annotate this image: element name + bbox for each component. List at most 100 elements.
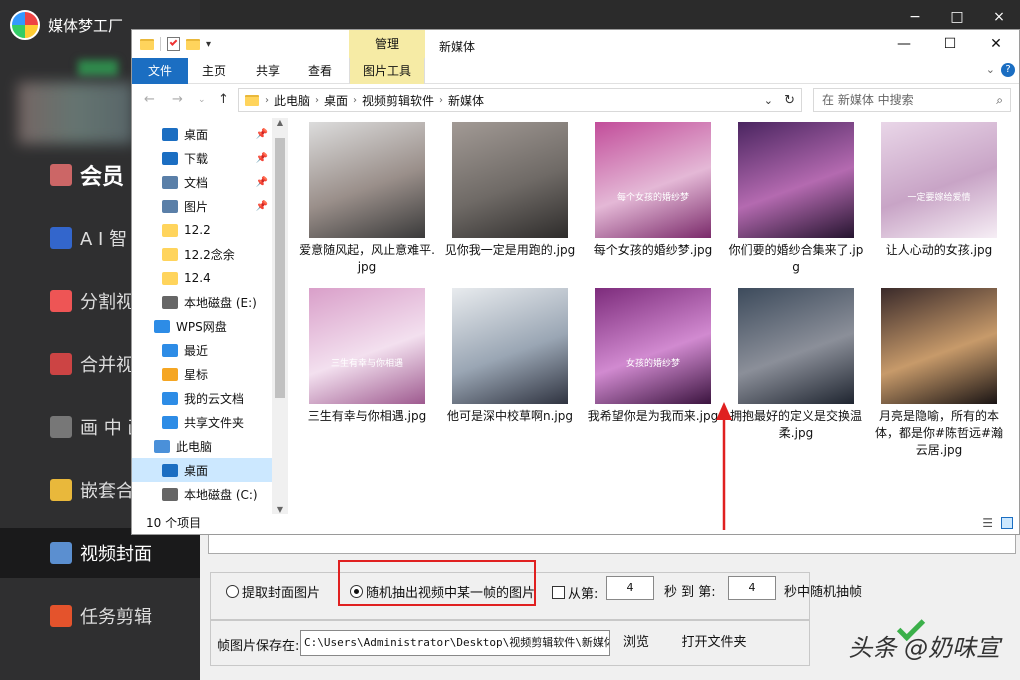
- sidebar-item[interactable]: 任务剪辑: [0, 591, 200, 641]
- scrollbar-thumb[interactable]: [275, 138, 285, 398]
- file-item[interactable]: 女孩的婚纱梦 我希望你是为我而来.jpg: [584, 288, 722, 425]
- pin-icon[interactable]: 📌: [256, 129, 268, 140]
- file-item[interactable]: 拥抱最好的定义是交换温柔.jpg: [727, 288, 865, 442]
- close-button[interactable]: ✕: [973, 30, 1019, 58]
- back-arrow-icon[interactable]: ←: [144, 92, 155, 107]
- file-item[interactable]: 每个女孩的婚纱梦 每个女孩的婚纱梦.jpg: [584, 122, 722, 259]
- ai-icon: [50, 227, 72, 249]
- nav-item[interactable]: 本地磁盘 (C:): [132, 482, 272, 506]
- nav-item-label: 12.2念余: [184, 247, 235, 262]
- refresh-icon[interactable]: ↻: [784, 93, 795, 108]
- tab-file[interactable]: 文件: [132, 58, 188, 84]
- properties-icon[interactable]: [167, 37, 180, 51]
- radio-icon: [226, 585, 239, 598]
- brand: 媒体梦工厂: [10, 9, 123, 41]
- search-input[interactable]: 在 新媒体 中搜索 ⌕: [813, 88, 1011, 112]
- details-view-icon[interactable]: ☰: [982, 512, 993, 534]
- nav-item-icon: [162, 271, 178, 285]
- manage-tab[interactable]: 管理: [349, 30, 425, 58]
- up-arrow-icon[interactable]: ↑: [218, 92, 229, 107]
- large-icons-view-icon[interactable]: [1001, 517, 1013, 529]
- nav-item[interactable]: 文档 📌: [132, 170, 272, 194]
- nav-item[interactable]: 12.2: [132, 218, 272, 242]
- nav-item[interactable]: 本地磁盘 (E:): [132, 290, 272, 314]
- image-thumbnail: 三生有幸与你相遇: [309, 288, 425, 404]
- nav-item[interactable]: WPS网盘: [132, 314, 272, 338]
- nav-item-label: 星标: [184, 367, 209, 382]
- nav-item[interactable]: 12.2念余: [132, 242, 272, 266]
- save-path-input[interactable]: C:\Users\Administrator\Desktop\视频剪辑软件\新媒…: [300, 630, 610, 656]
- file-item[interactable]: 见你我一定是用跑的.jpg: [441, 122, 579, 259]
- blurred-region: [18, 82, 134, 144]
- new-folder-icon[interactable]: [186, 38, 200, 50]
- file-name: 我希望你是为我而来.jpg: [587, 409, 719, 423]
- blurred-region: [78, 60, 118, 76]
- customize-dropdown-icon[interactable]: ▾: [206, 39, 211, 50]
- pin-icon[interactable]: 📌: [256, 177, 268, 188]
- pin-icon[interactable]: 📌: [256, 201, 268, 212]
- to-seconds-input[interactable]: 4: [728, 576, 776, 600]
- explorer-window-controls: — ☐ ✕: [881, 30, 1019, 58]
- file-item[interactable]: 你们要的婚纱合集来了.jpg: [727, 122, 865, 276]
- picture-in-picture-icon: [50, 416, 72, 438]
- tab-view[interactable]: 查看: [300, 58, 340, 84]
- extract-cover-radio[interactable]: 提取封面图片: [226, 582, 320, 601]
- image-thumbnail: [452, 288, 568, 404]
- nav-item[interactable]: 图片 📌: [132, 194, 272, 218]
- nav-item[interactable]: 此电脑: [132, 434, 272, 458]
- nav-item[interactable]: 最近: [132, 338, 272, 362]
- chevron-right-icon: ›: [315, 94, 320, 106]
- expand-ribbon-icon[interactable]: ⌄: [986, 63, 995, 76]
- breadcrumb-this-pc[interactable]: 此电脑: [274, 92, 310, 109]
- explorer-titlebar: ▾ 管理 新媒体 — ☐ ✕: [132, 30, 1019, 58]
- nav-scrollbar[interactable]: ▲ ▼: [272, 118, 288, 514]
- pin-icon[interactable]: 📌: [256, 153, 268, 164]
- random-frame-radio[interactable]: 随机抽出视频中某一帧的图片: [350, 582, 535, 601]
- file-item[interactable]: 他可是深中校草啊n.jpg: [441, 288, 579, 425]
- nav-item[interactable]: 下载 📌: [132, 146, 272, 170]
- browse-button[interactable]: 浏览: [616, 630, 656, 656]
- nav-item-icon: [154, 439, 170, 453]
- nested-merge-icon: [50, 479, 72, 501]
- nav-item-icon: [162, 487, 178, 501]
- address-bar[interactable]: › 此电脑 › 桌面 › 视频剪辑软件 › 新媒体 ⌄ ↻: [238, 88, 802, 112]
- item-count: 10 个项目: [146, 516, 202, 530]
- file-name: 你们要的婚纱合集来了.jpg: [728, 243, 864, 274]
- folder-icon[interactable]: [140, 38, 154, 50]
- minimize-button[interactable]: —: [881, 30, 927, 58]
- file-item[interactable]: 一定要嫁给爱情 让人心动的女孩.jpg: [870, 122, 1008, 259]
- breadcrumb-desktop[interactable]: 桌面: [324, 92, 348, 109]
- nav-item-label: 图片: [184, 199, 209, 214]
- thumbnail-caption: 每个女孩的婚纱梦: [616, 193, 689, 203]
- open-folder-button[interactable]: 打开文件夹: [674, 630, 754, 656]
- nav-item-icon: [162, 343, 178, 357]
- recent-dropdown-icon[interactable]: ⌄: [198, 95, 206, 105]
- sidebar-item[interactable]: 视频封面: [0, 528, 200, 578]
- tab-share[interactable]: 共享: [248, 58, 288, 84]
- forward-arrow-icon[interactable]: →: [172, 92, 183, 107]
- nav-item-label: 下载: [184, 151, 209, 166]
- maximize-button[interactable]: ☐: [927, 30, 973, 58]
- nav-item[interactable]: 桌面: [132, 458, 272, 482]
- from-checkbox[interactable]: 从第:: [552, 583, 598, 602]
- address-dropdown-icon[interactable]: ⌄: [764, 94, 773, 107]
- breadcrumb-video-software[interactable]: 视频剪辑软件: [362, 92, 434, 109]
- status-bar: 10 个项目 ☰: [132, 512, 1019, 534]
- nav-item[interactable]: 12.4: [132, 266, 272, 290]
- file-item[interactable]: 三生有幸与你相遇 三生有幸与你相遇.jpg: [298, 288, 436, 425]
- search-icon: ⌕: [996, 93, 1003, 107]
- nav-item[interactable]: 桌面 📌: [132, 122, 272, 146]
- file-item[interactable]: 爱意随风起，风止意难平.jpg: [298, 122, 436, 276]
- split-video-icon: [50, 290, 72, 312]
- nav-item[interactable]: 我的云文档: [132, 386, 272, 410]
- file-item[interactable]: 月亮是隐喻，所有的本体，都是你#陈哲远#瀚云居.jpg: [870, 288, 1008, 459]
- nav-item[interactable]: 共享文件夹: [132, 410, 272, 434]
- scroll-up-icon[interactable]: ▲: [272, 118, 288, 127]
- help-icon[interactable]: ?: [1001, 63, 1015, 77]
- tab-home[interactable]: 主页: [194, 58, 234, 84]
- tab-picture-tools[interactable]: 图片工具: [349, 58, 425, 84]
- nav-item-icon: [162, 247, 178, 261]
- from-seconds-input[interactable]: 4: [606, 576, 654, 600]
- nav-item[interactable]: 星标: [132, 362, 272, 386]
- breadcrumb-new-media[interactable]: 新媒体: [448, 92, 484, 109]
